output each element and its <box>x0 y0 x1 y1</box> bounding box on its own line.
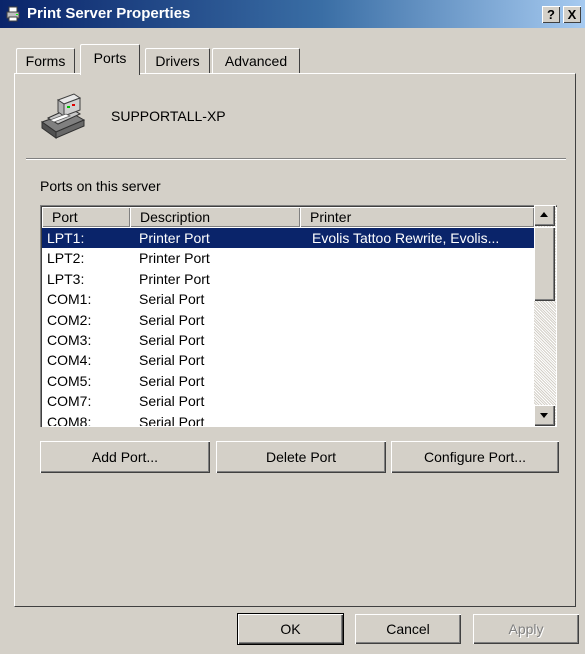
title-bar[interactable]: Print Server Properties ? X <box>0 0 585 28</box>
description-cell: Printer Port <box>139 230 210 246</box>
port-cell: LPT1: <box>47 230 85 246</box>
description-cell: Serial Port <box>139 413 205 426</box>
description-cell: Serial Port <box>139 393 205 410</box>
port-cell: LPT2: <box>47 250 85 267</box>
ports-list-scrollbar[interactable] <box>534 205 556 426</box>
window-title: Print Server Properties <box>27 5 191 22</box>
port-cell: COM3: <box>47 331 92 348</box>
list-item[interactable]: COM4: Serial Port <box>42 350 534 370</box>
list-item[interactable]: COM8: Serial Port <box>42 412 534 426</box>
list-item[interactable]: COM7: Serial Port <box>42 391 534 411</box>
printer-icon <box>6 6 20 22</box>
arrow-down-icon <box>540 413 548 418</box>
description-cell: Printer Port <box>139 270 210 287</box>
printer-server-icon <box>40 93 86 139</box>
list-item[interactable]: LPT3: Printer Port <box>42 269 534 289</box>
description-cell: Serial Port <box>139 372 205 389</box>
description-cell: Serial Port <box>139 331 205 348</box>
tab-ports[interactable]: Ports <box>80 44 140 75</box>
column-header-description[interactable]: Description <box>130 207 300 227</box>
close-button[interactable]: X <box>563 6 581 23</box>
port-cell: COM5: <box>47 372 92 389</box>
port-cell: COM7: <box>47 393 92 410</box>
configure-port-button[interactable]: Configure Port... <box>391 441 559 473</box>
cancel-button[interactable]: Cancel <box>355 614 461 644</box>
list-item[interactable]: LPT1: Printer Port Evolis Tattoo Rewrite, … <box>42 228 534 249</box>
port-cell: LPT3: <box>47 270 85 287</box>
ok-button[interactable]: OK <box>238 614 343 644</box>
add-port-button[interactable]: Add Port... <box>40 441 210 473</box>
server-name: SUPPORTALL-XP <box>111 108 226 124</box>
column-header-port[interactable]: Port <box>42 207 130 227</box>
scroll-up-button[interactable] <box>534 205 555 226</box>
list-item[interactable]: COM2: Serial Port <box>42 310 534 330</box>
port-cell: COM4: <box>47 352 92 369</box>
port-cell: COM1: <box>47 291 92 308</box>
port-cell: COM2: <box>47 311 92 328</box>
printer-cell: Evolis Tattoo Rewrite, Evolis... <box>312 230 500 246</box>
column-header-printer[interactable]: Printer <box>300 207 534 227</box>
tab-forms[interactable]: Forms <box>16 48 75 73</box>
description-cell: Serial Port <box>139 352 205 369</box>
tab-advanced[interactable]: Advanced <box>212 48 300 73</box>
port-cell: COM8: <box>47 413 92 426</box>
apply-button[interactable]: Apply <box>473 614 579 644</box>
tab-drivers[interactable]: Drivers <box>145 48 210 73</box>
description-cell: Serial Port <box>139 311 205 328</box>
list-item[interactable]: LPT2: Printer Port <box>42 248 534 268</box>
list-item[interactable]: COM5: Serial Port <box>42 371 534 391</box>
list-item[interactable]: COM1: Serial Port <box>42 289 534 309</box>
scrollbar-thumb[interactable] <box>534 227 555 301</box>
description-cell: Printer Port <box>139 250 210 267</box>
help-button[interactable]: ? <box>542 6 560 23</box>
list-item[interactable]: COM3: Serial Port <box>42 330 534 350</box>
separator <box>26 158 566 160</box>
description-cell: Serial Port <box>139 291 205 308</box>
ports-rows: LPT1: Printer Port Evolis Tattoo Rewrite, … <box>42 228 534 426</box>
arrow-up-icon <box>540 212 548 217</box>
ports-list-label: Ports on this server <box>40 178 161 194</box>
delete-port-button[interactable]: Delete Port <box>216 441 386 473</box>
scroll-down-button[interactable] <box>534 405 555 426</box>
ports-list[interactable]: Port Description Printer LPT1: Printer Po… <box>40 205 557 427</box>
